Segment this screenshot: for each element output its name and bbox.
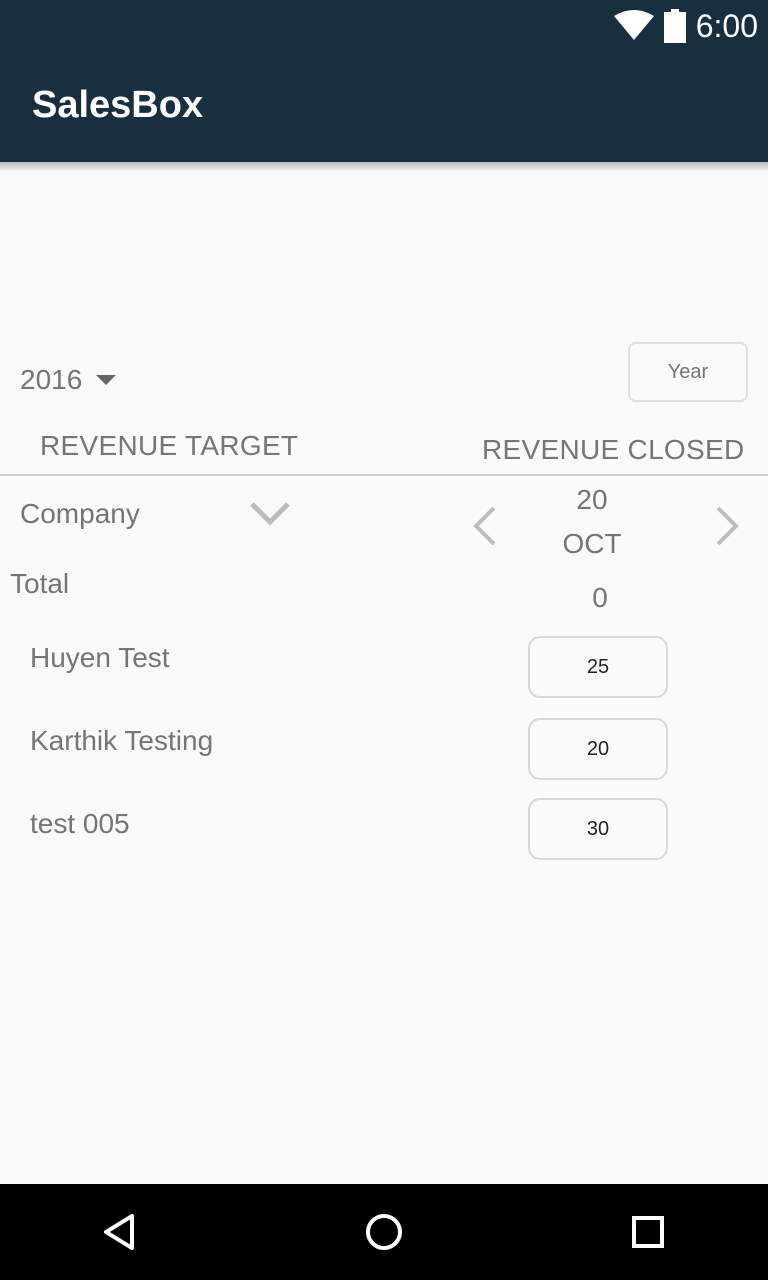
- battery-icon: [663, 9, 686, 43]
- year-dropdown[interactable]: 2016: [20, 360, 117, 400]
- home-circle-icon: [366, 1214, 402, 1250]
- recents-button[interactable]: [618, 1202, 678, 1262]
- revenue-input[interactable]: 25: [528, 636, 668, 698]
- company-label: Company: [20, 498, 140, 529]
- back-triangle-icon: [104, 1214, 134, 1250]
- row-name: Karthik Testing: [30, 725, 214, 756]
- chevron-left-icon[interactable]: [470, 506, 500, 546]
- revenue-closed-header: REVENUE CLOSED: [482, 434, 745, 465]
- period-type-button[interactable]: Year: [628, 342, 748, 402]
- recents-square-icon: [632, 1216, 664, 1248]
- header-divider: [0, 474, 768, 476]
- revenue-target-header: REVENUE TARGET: [40, 430, 299, 461]
- status-right: 6:00: [613, 7, 758, 44]
- revenue-input[interactable]: 30: [528, 798, 668, 860]
- app-title: SalesBox: [32, 84, 204, 126]
- status-bar: 6:00: [0, 0, 768, 52]
- dropdown-caret-icon: [96, 375, 117, 385]
- year-value: 2016: [20, 364, 83, 395]
- total-label: Total: [10, 568, 70, 599]
- app-bar-shadow: [0, 162, 768, 172]
- total-value: 0: [592, 582, 608, 613]
- revenue-input[interactable]: 20: [528, 718, 668, 780]
- row-name: test 005: [30, 808, 130, 839]
- chevron-right-icon[interactable]: [712, 506, 742, 546]
- app-bar: SalesBox: [0, 52, 768, 162]
- row-name: Huyen Test: [30, 642, 170, 673]
- period-day: 20: [576, 484, 608, 515]
- system-nav-bar: [0, 1184, 768, 1280]
- back-button[interactable]: [90, 1202, 150, 1262]
- chevron-down-icon: [250, 502, 290, 526]
- home-button[interactable]: [354, 1202, 414, 1262]
- period-month: OCT: [562, 528, 622, 559]
- status-time: 6:00: [695, 7, 758, 44]
- company-dropdown[interactable]: Company: [20, 494, 290, 534]
- wifi-icon: [613, 10, 654, 40]
